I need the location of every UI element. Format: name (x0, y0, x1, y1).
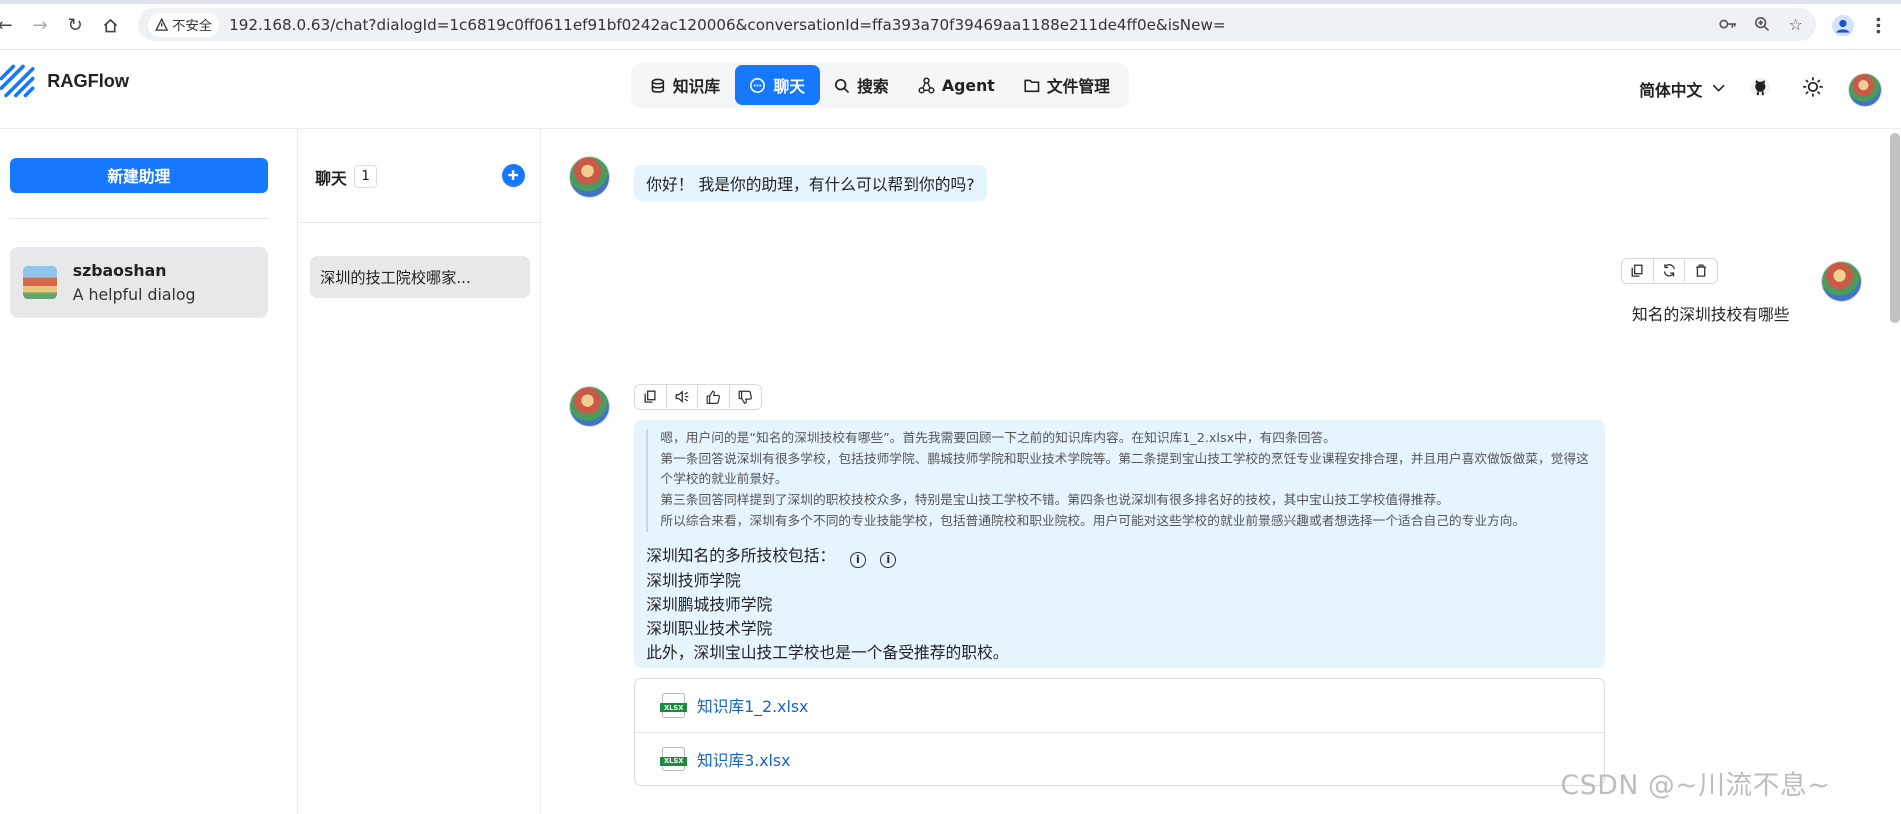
zoom-icon[interactable] (1751, 13, 1773, 35)
new-assistant-button[interactable]: 新建助理 (9, 157, 268, 193)
address-bar[interactable]: 不安全 192.168.0.63/chat?dialogId=1c6819c0f… (138, 8, 1817, 42)
xlsx-file-icon: XLSX (660, 747, 688, 772)
security-label: 不安全 (172, 19, 213, 35)
add-conversation-button[interactable] (501, 163, 525, 187)
assistant-description: A helpful dialog (72, 284, 196, 304)
home-icon[interactable] (98, 13, 122, 37)
tab-label: 搜索 (857, 76, 889, 96)
tab-chat[interactable]: 聊天 (734, 65, 820, 106)
assistant-avatar (23, 265, 57, 300)
answer-line: 深圳职业技术学院 (646, 619, 773, 639)
user-avatar[interactable] (1847, 72, 1882, 107)
divider (299, 221, 541, 224)
reference-file-item[interactable]: XLSX 知识库3.xlsx (635, 732, 1605, 785)
back-icon[interactable]: ← (0, 13, 17, 37)
theme-toggle-sun-icon[interactable] (1799, 74, 1826, 101)
tab-file-management[interactable]: 文件管理 (1009, 65, 1124, 105)
tab-knowledge-base[interactable]: 知识库 (635, 65, 734, 105)
agent-icon (918, 77, 935, 94)
tab-label: 聊天 (773, 76, 805, 96)
language-selector[interactable]: 简体中文 (1639, 78, 1725, 101)
xlsx-file-icon: XLSX (660, 693, 688, 718)
tab-search[interactable]: 搜索 (820, 65, 904, 105)
reload-icon[interactable]: ↻ (63, 13, 87, 37)
user-message-actions (1621, 258, 1718, 284)
thinking-paragraph: 所以综合来看，深圳有多个不同的专业技能学校，包括普通院校和职业院校。用户可能对这… (660, 513, 1526, 529)
conversation-panel: 聊天 1 深圳的技工院校哪家... (299, 128, 541, 814)
conversation-count-badge: 1 (354, 164, 378, 188)
answer-line: 深圳技师学院 (646, 570, 741, 590)
app-header: RAGFlow 知识库 聊天 搜索 Agent 文件管理 简体中文 (0, 49, 1901, 129)
chat-scrollbar[interactable] (1890, 133, 1900, 323)
tab-agent[interactable]: Agent (903, 65, 1009, 105)
chat-icon (750, 77, 766, 93)
copy-icon[interactable] (635, 385, 667, 409)
bookmark-star-icon[interactable]: ☆ (1785, 13, 1807, 35)
folder-icon (1024, 79, 1040, 93)
thinking-paragraph: 第三条回答同样提到了深圳的职校技校众多，特别是宝山技工学校不错。第四条也说深圳有… (660, 493, 1449, 509)
thinking-paragraph: 嗯，用户问的是“知名的深圳技校有哪些”。首先我需要回顾一下之前的知识库内容。在知… (660, 431, 1336, 447)
copy-icon[interactable] (1622, 259, 1654, 283)
reference-file-link[interactable]: 知识库3.xlsx (697, 748, 791, 771)
ragflow-logo-icon (0, 64, 35, 98)
assistant-panel: 新建助理 szbaoshan A helpful dialog (0, 128, 299, 814)
security-indicator[interactable]: 不安全 (147, 12, 220, 37)
watermark-text: CSDN @~川流不息~ (1560, 769, 1831, 801)
main-nav: 知识库 聊天 搜索 Agent 文件管理 (630, 63, 1130, 108)
profile-icon[interactable] (1830, 12, 1857, 39)
divider (9, 218, 268, 220)
browser-menu-icon[interactable] (1865, 12, 1892, 39)
thumbs-up-icon[interactable] (698, 385, 730, 409)
assistant-message-actions (634, 384, 763, 410)
search-icon (835, 78, 850, 93)
answer-body: 深圳知名的多所技校包括： i i 深圳技师学院 深圳鹏城技师学院 深圳职业技术学… (646, 544, 1593, 665)
github-icon[interactable] (1747, 74, 1774, 101)
url-text: 192.168.0.63/chat?dialogId=1c6819c0ff061… (229, 15, 1226, 34)
citation-info-icon[interactable]: i (849, 551, 866, 568)
reference-file-item[interactable]: XLSX 知识库1_2.xlsx (635, 679, 1604, 732)
thumbs-down-icon[interactable] (730, 385, 762, 408)
answer-line: 深圳鹏城技师学院 (646, 594, 773, 614)
answer-intro: 深圳知名的多所技校包括： (646, 546, 836, 566)
app-logo[interactable]: RAGFlow (0, 64, 129, 99)
assistant-greeting-message: 你好！ 我是你的助理，有什么可以帮到你的吗? (634, 164, 987, 202)
regenerate-icon[interactable] (1654, 259, 1686, 283)
speaker-icon[interactable] (667, 385, 699, 409)
assistant-card[interactable]: szbaoshan A helpful dialog (9, 247, 268, 318)
conversation-panel-title: 聊天 (315, 169, 347, 189)
assistant-message-avatar (568, 156, 610, 198)
app-name: RAGFlow (47, 71, 130, 92)
user-message-avatar (1821, 260, 1863, 302)
conversation-item[interactable]: 深圳的技工院校哪家... (310, 255, 530, 299)
tab-strip-edge (0, 0, 1901, 4)
delete-icon[interactable] (1685, 259, 1717, 282)
assistant-answer-message: 嗯，用户问的是“知名的深圳技校有哪些”。首先我需要回顾一下之前的知识库内容。在知… (634, 419, 1606, 669)
assistant-name: szbaoshan (72, 260, 167, 280)
reference-file-link[interactable]: 知识库1_2.xlsx (697, 694, 808, 717)
browser-toolbar: ← → ↻ 不安全 192.168.0.63/chat?dialogId=1c6… (0, 0, 1901, 50)
key-icon[interactable] (1717, 13, 1739, 35)
reference-files: XLSX 知识库1_2.xlsx XLSX 知识库3.xlsx (634, 677, 1606, 786)
plus-icon (508, 170, 519, 181)
database-icon (651, 78, 665, 93)
chevron-down-icon (1712, 82, 1725, 97)
thinking-block: 嗯，用户问的是“知名的深圳技校有哪些”。首先我需要回顾一下之前的知识库内容。在知… (646, 429, 1593, 533)
thinking-paragraph: 第一条回答说深圳有很多学校，包括技师学院、鹏城技师学院和职业技术学院等。第二条提… (660, 451, 1589, 488)
citation-info-icon[interactable]: i (880, 551, 897, 568)
tab-label: 知识库 (672, 76, 721, 96)
tab-label: 文件管理 (1046, 76, 1110, 96)
assistant-message-avatar (568, 385, 610, 427)
answer-line: 此外，深圳宝山技工学校也是一个备受推荐的职校。 (646, 643, 1009, 663)
user-message: 知名的深圳技校有哪些 (1632, 304, 1790, 324)
warning-icon (155, 18, 169, 31)
forward-icon[interactable]: → (28, 13, 52, 37)
language-label: 简体中文 (1639, 80, 1703, 100)
chat-area: 你好！ 我是你的助理，有什么可以帮到你的吗? 知名的深圳技校有哪些 嗯，用户问的… (542, 129, 1901, 814)
tab-label: Agent (941, 75, 995, 95)
